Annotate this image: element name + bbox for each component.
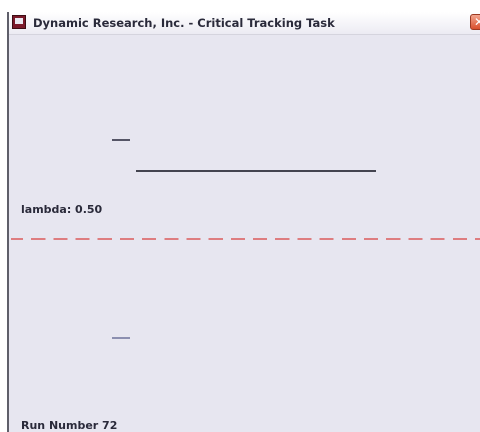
run-number-label: Run Number 72: [21, 419, 118, 432]
app-window: Dynamic Research, Inc. - Critical Tracki…: [7, 12, 480, 432]
tracking-line: [136, 170, 376, 172]
app-window-icon[interactable]: [12, 15, 26, 29]
title-bar[interactable]: Dynamic Research, Inc. - Critical Tracki…: [9, 12, 480, 35]
target-marker: [112, 139, 130, 141]
cursor-marker: [112, 337, 130, 339]
dashed-divider: [11, 238, 480, 240]
close-icon[interactable]: ✕: [470, 14, 480, 30]
window-title: Dynamic Research, Inc. - Critical Tracki…: [33, 16, 335, 30]
lambda-readout: lambda: 0.50: [21, 203, 103, 216]
